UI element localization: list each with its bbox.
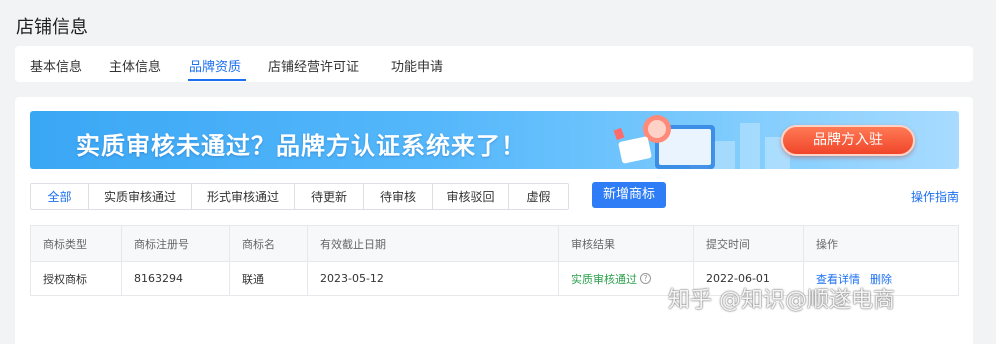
table-header: 商标类型 商标注册号 商标名 有效截止日期 审核结果 提交时间 操作	[31, 226, 958, 262]
column-header: 审核结果	[559, 226, 694, 261]
trademark-type-cell: 授权商标	[31, 262, 122, 295]
filter-all[interactable]: 全部	[30, 183, 89, 210]
column-header: 商标注册号	[122, 226, 230, 261]
brand-enroll-button[interactable]: 品牌方入驻	[781, 125, 915, 156]
tab-brand-qualification[interactable]: 品牌资质	[189, 56, 241, 75]
review-result-text: 实质审核通过	[571, 272, 637, 286]
column-header: 商标类型	[31, 226, 122, 261]
registration-number-cell: 8163294	[122, 262, 230, 295]
tab-basic-info[interactable]: 基本信息	[30, 56, 82, 75]
tab-bar: 基本信息 主体信息 品牌资质 店铺经营许可证 功能申请	[15, 46, 973, 82]
filter-substantive-approved[interactable]: 实质审核通过	[88, 183, 192, 210]
operation-guide-link[interactable]: 操作指南	[911, 188, 959, 205]
filter-fake[interactable]: 虚假	[508, 183, 569, 210]
banner-headline: 实质审核未通过？品牌方认证系统来了！	[76, 132, 526, 160]
tab-store-license[interactable]: 店铺经营许可证	[268, 56, 359, 75]
trademark-name-cell: 联通	[230, 262, 308, 295]
status-badge: 实质审核通过 ?	[571, 271, 651, 287]
page-title: 店铺信息	[16, 17, 88, 38]
promo-banner[interactable]: 实质审核未通过？品牌方认证系统来了！ 品牌方入驻	[30, 111, 959, 169]
help-icon[interactable]: ?	[640, 273, 651, 284]
tab-entity-info[interactable]: 主体信息	[109, 56, 161, 75]
filter-formal-approved[interactable]: 形式审核通过	[191, 183, 295, 210]
column-header: 提交时间	[694, 226, 804, 261]
active-tab-indicator	[188, 79, 246, 81]
tab-function-apply[interactable]: 功能申请	[391, 56, 443, 75]
filter-rejected[interactable]: 审核驳回	[432, 183, 509, 210]
watermark: 知乎 @知识@顺遂电商	[668, 288, 895, 313]
filter-pending-update[interactable]: 待更新	[294, 183, 364, 210]
expiry-date-cell: 2023-05-12	[308, 262, 559, 295]
column-header: 商标名	[230, 226, 308, 261]
add-trademark-button[interactable]: 新增商标	[592, 182, 666, 208]
column-header: 操作	[816, 237, 838, 251]
banner-illustration	[613, 115, 790, 169]
filter-pending-review[interactable]: 待审核	[363, 183, 433, 210]
column-header: 有效截止日期	[308, 226, 559, 261]
status-filter-group: 全部 实质审核通过 形式审核通过 待更新 待审核 审核驳回 虚假	[30, 183, 569, 210]
